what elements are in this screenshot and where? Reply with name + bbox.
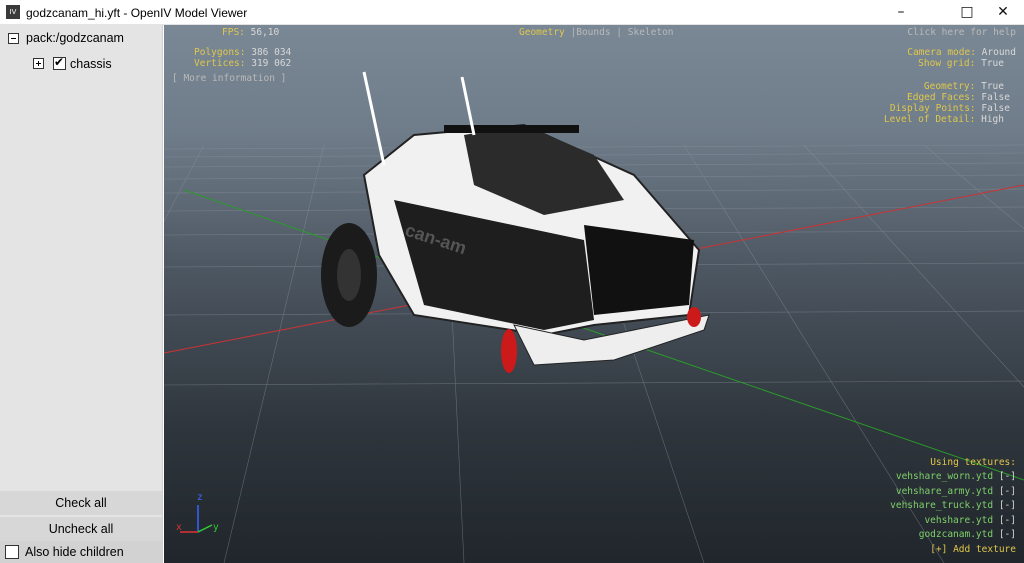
camera-mode-readout[interactable]: Camera mode: Around bbox=[907, 47, 1016, 58]
mode-geometry[interactable]: Geometry bbox=[519, 27, 565, 38]
gizmo-x-label: x bbox=[176, 522, 182, 533]
edged-faces-readout[interactable]: Edged Faces: False bbox=[907, 92, 1010, 103]
hide-children-label: Also hide children bbox=[25, 545, 124, 559]
polygons-readout: Polygons: 386 034 bbox=[194, 47, 292, 58]
vehicle-model: can-am bbox=[321, 71, 710, 373]
close-button[interactable]: ✕ bbox=[980, 0, 1024, 25]
gizmo-z-label: z bbox=[197, 492, 203, 503]
check-all-button[interactable]: Check all bbox=[0, 491, 162, 515]
minimize-button[interactable]: – bbox=[878, 0, 924, 25]
window-title: godzcanam_hi.yft - OpenIV Model Viewer bbox=[26, 6, 248, 20]
tree-item-chassis[interactable]: chassis bbox=[70, 57, 112, 71]
close-icon: ✕ bbox=[997, 4, 1009, 20]
gizmo-y-label: y bbox=[213, 522, 219, 533]
model-viewport[interactable]: can-am z x y FPS: 56,10 Polygons: 386 03… bbox=[164, 25, 1024, 563]
minimize-icon: – bbox=[897, 4, 905, 20]
hide-children-checkbox[interactable] bbox=[5, 545, 19, 559]
more-information-link[interactable]: [ More information ] bbox=[172, 73, 286, 84]
fps-readout: FPS: 56,10 bbox=[222, 27, 280, 38]
app-icon: IV bbox=[6, 5, 20, 19]
maximize-icon: □ bbox=[960, 4, 974, 20]
geometry-readout[interactable]: Geometry: True bbox=[924, 81, 1004, 92]
axis-gizmo bbox=[180, 505, 213, 533]
collapse-icon[interactable] bbox=[8, 33, 19, 44]
texture-item: vehshare_truck.ytd [-] bbox=[890, 500, 1016, 511]
texture-item: vehshare_army.ytd [-] bbox=[895, 486, 1016, 497]
expand-icon[interactable] bbox=[33, 58, 44, 69]
show-grid-readout[interactable]: Show grid: True bbox=[918, 58, 1004, 69]
view-mode-switch: Geometry |Bounds | Skeleton bbox=[519, 27, 674, 38]
gizmo-y-axis bbox=[197, 524, 213, 533]
texture-item: vehshare_worn.ytd [-] bbox=[895, 471, 1016, 482]
hide-children-row[interactable]: Also hide children bbox=[0, 541, 162, 563]
mode-skeleton[interactable]: Skeleton bbox=[628, 27, 674, 38]
texture-item: vehshare.ytd [-] bbox=[924, 515, 1016, 526]
texture-item: godzcanam.ytd [-] bbox=[918, 529, 1016, 540]
display-points-readout[interactable]: Display Points: False bbox=[890, 103, 1010, 114]
tree-root-label[interactable]: pack:/godzcanam bbox=[26, 31, 124, 45]
chassis-checkbox[interactable] bbox=[53, 55, 66, 70]
textures-header: Using textures: bbox=[930, 457, 1016, 468]
vertices-readout: Vertices: 319 062 bbox=[194, 58, 292, 69]
add-texture-button[interactable]: [+] Add texture bbox=[930, 544, 1016, 555]
model-tree-panel: pack:/godzcanam chassis Check all Unchec… bbox=[0, 25, 163, 563]
uncheck-all-button[interactable]: Uncheck all bbox=[0, 517, 162, 541]
level-of-detail-readout[interactable]: Level of Detail: High bbox=[884, 114, 1004, 125]
help-link[interactable]: Click here for help bbox=[907, 27, 1016, 38]
mode-bounds[interactable]: Bounds bbox=[576, 27, 610, 38]
title-bar: IV godzcanam_hi.yft - OpenIV Model Viewe… bbox=[0, 0, 1024, 25]
